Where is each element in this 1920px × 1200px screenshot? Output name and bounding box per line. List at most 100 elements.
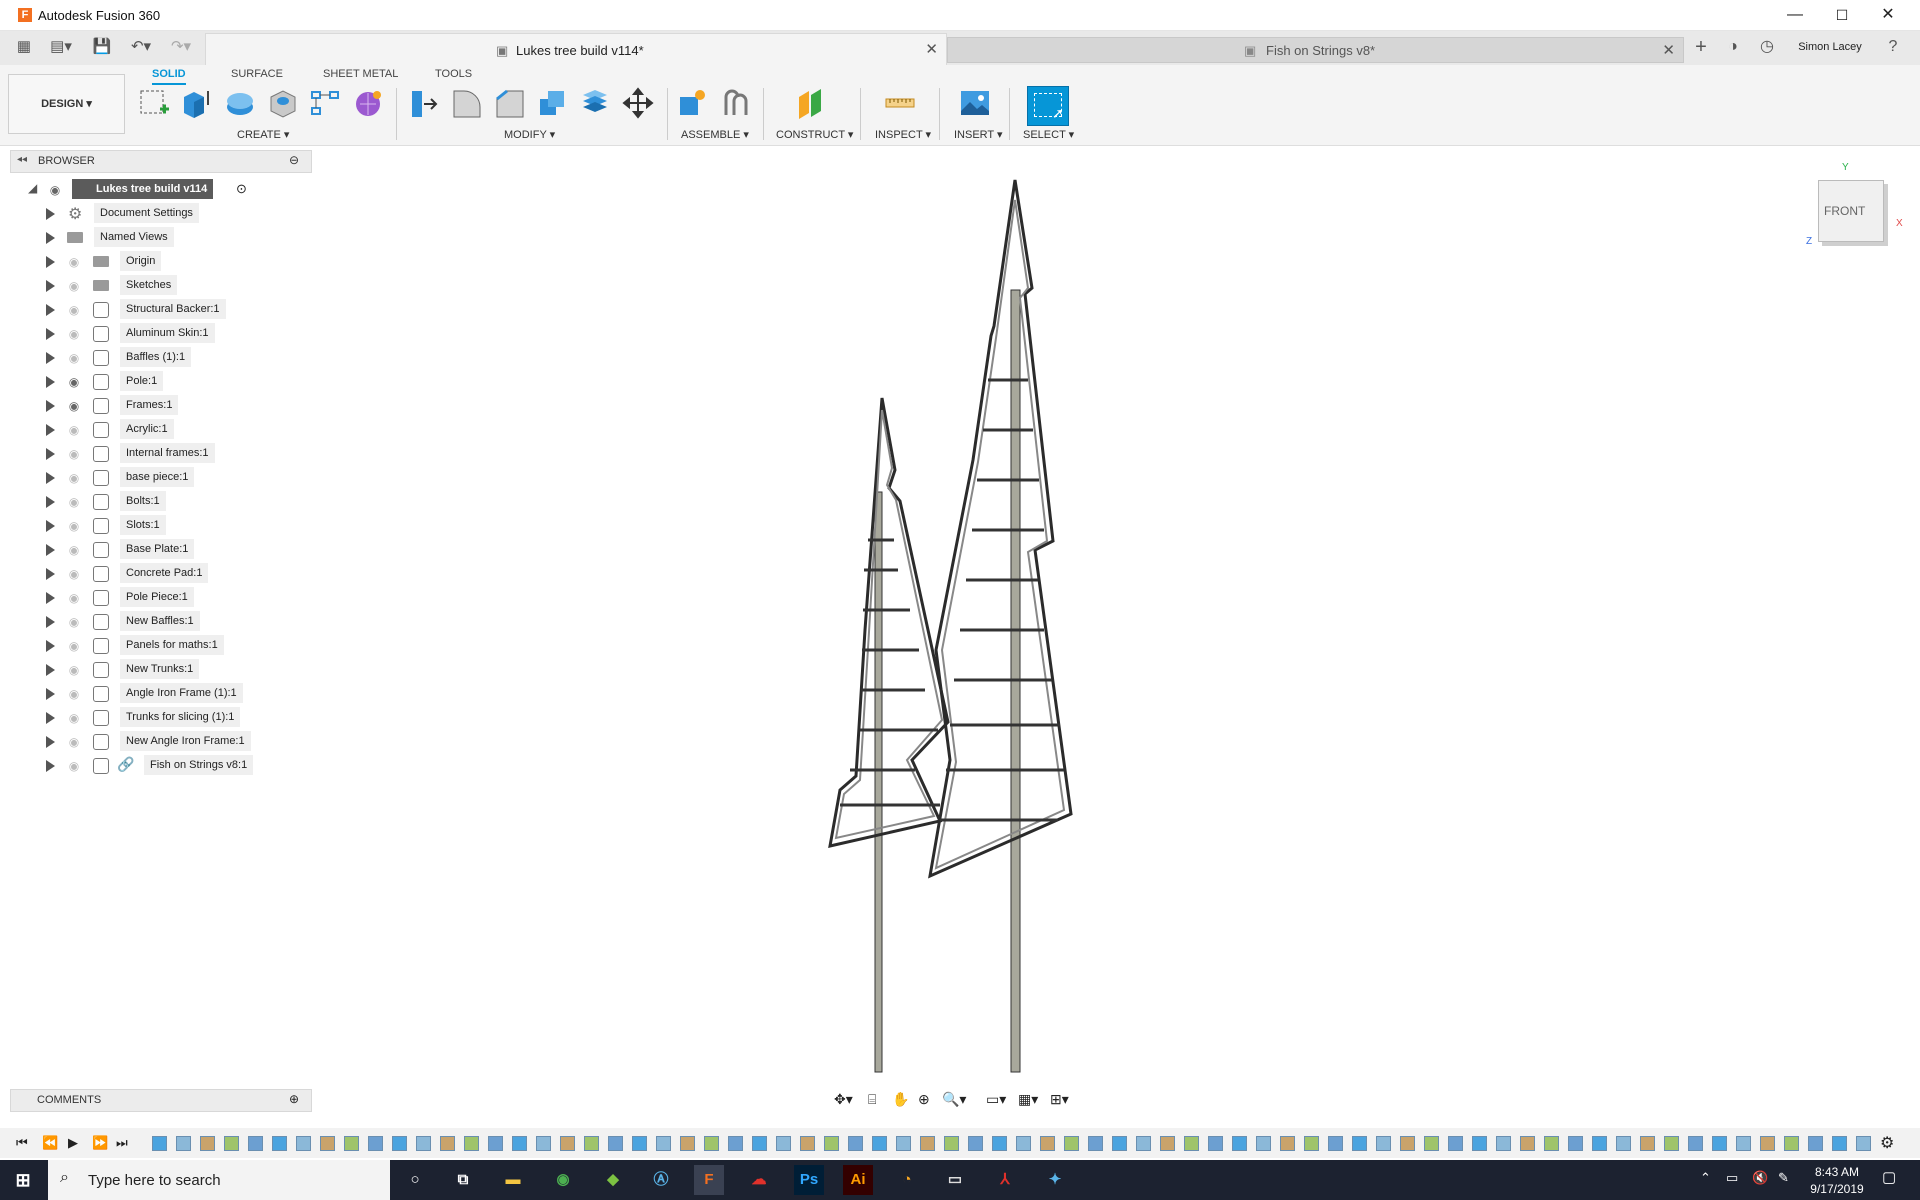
- timeline-feature-icon[interactable]: [1640, 1136, 1655, 1151]
- shell-icon[interactable]: [536, 87, 568, 119]
- timeline-feature-icon[interactable]: [272, 1136, 287, 1151]
- browser-item[interactable]: ◉ Bolts:1: [10, 490, 310, 514]
- timeline-feature-icon[interactable]: [1352, 1136, 1367, 1151]
- browser-item[interactable]: ⚙ Document Settings: [10, 202, 310, 226]
- expand-arrow-icon[interactable]: [46, 592, 55, 604]
- move-copy-icon[interactable]: [622, 87, 654, 119]
- visibility-eye-icon[interactable]: ◉: [67, 735, 81, 749]
- go-to-start-icon[interactable]: ⏮: [16, 1135, 28, 1151]
- expand-arrow-icon[interactable]: [46, 400, 55, 412]
- fillet-icon[interactable]: [450, 87, 482, 119]
- expand-arrow-icon[interactable]: [46, 352, 55, 364]
- expand-arrow-icon[interactable]: [46, 280, 55, 292]
- user-name[interactable]: Simon Lacey: [1790, 36, 1870, 58]
- visibility-eye-icon[interactable]: ◉: [67, 327, 81, 341]
- visibility-eye-icon[interactable]: ◉: [67, 687, 81, 701]
- expand-arrow-icon[interactable]: [46, 424, 55, 436]
- browser-item[interactable]: ◉ Concrete Pad:1: [10, 562, 310, 586]
- timeline-feature-icon[interactable]: [1304, 1136, 1319, 1151]
- timeline-feature-icon[interactable]: [248, 1136, 263, 1151]
- timeline-feature-icon[interactable]: [1832, 1136, 1847, 1151]
- modify-menu[interactable]: MODIFY ▾: [504, 128, 555, 141]
- visibility-eye-icon[interactable]: ◉: [67, 375, 81, 389]
- pen-icon[interactable]: ✎: [1778, 1170, 1789, 1186]
- expand-arrow-icon[interactable]: [46, 640, 55, 652]
- timeline-feature-icon[interactable]: [1184, 1136, 1199, 1151]
- timeline-feature-icon[interactable]: [1424, 1136, 1439, 1151]
- construct-menu[interactable]: CONSTRUCT ▾: [776, 128, 853, 141]
- visibility-eye-icon[interactable]: ◉: [67, 567, 81, 581]
- save-icon[interactable]: 💾: [92, 36, 112, 58]
- comments-panel[interactable]: COMMENTS ⊕: [10, 1089, 312, 1112]
- extrude-icon[interactable]: [180, 87, 212, 119]
- expand-arrow-icon[interactable]: [46, 736, 55, 748]
- timeline-feature-icon[interactable]: [440, 1136, 455, 1151]
- expand-arrow-icon[interactable]: [46, 376, 55, 388]
- new-component-icon[interactable]: [676, 87, 708, 119]
- history-clock-icon[interactable]: ◷: [1756, 36, 1778, 58]
- browser-item[interactable]: ◉ Angle Iron Frame (1):1: [10, 682, 310, 706]
- create-sketch-icon[interactable]: [138, 87, 170, 119]
- workspace-switcher[interactable]: DESIGN ▾: [8, 74, 125, 134]
- browser-item[interactable]: ◉ Frames:1: [10, 394, 310, 418]
- visibility-eye-icon[interactable]: ◉: [67, 639, 81, 653]
- create-form-icon[interactable]: [352, 87, 384, 119]
- timeline-feature-icon[interactable]: [1568, 1136, 1583, 1151]
- expand-arrow-icon[interactable]: [46, 688, 55, 700]
- volume-muted-icon[interactable]: 🔇: [1752, 1170, 1768, 1186]
- browser-item[interactable]: ◉ Panels for maths:1: [10, 634, 310, 658]
- browser-item[interactable]: ◉ base piece:1: [10, 466, 310, 490]
- expand-arrow-icon[interactable]: [46, 616, 55, 628]
- expand-arrow-icon[interactable]: [46, 472, 55, 484]
- browser-item[interactable]: ◉ 🔗 Fish on Strings v8:1: [10, 754, 310, 778]
- visibility-eye-icon[interactable]: ◉: [67, 519, 81, 533]
- browser-item[interactable]: ◉ New Angle Iron Frame:1: [10, 730, 310, 754]
- clock-time[interactable]: 8:43 AM: [1802, 1165, 1872, 1179]
- browser-item[interactable]: ◉ Slots:1: [10, 514, 310, 538]
- timeline-feature-icon[interactable]: [1760, 1136, 1775, 1151]
- close-tab-icon[interactable]: ✕: [925, 40, 938, 58]
- visibility-eye-icon[interactable]: ◉: [67, 351, 81, 365]
- browser-item[interactable]: ◉ Structural Backer:1: [10, 298, 310, 322]
- timeline-feature-icon[interactable]: [416, 1136, 431, 1151]
- browser-item[interactable]: ◉ Trunks for slicing (1):1: [10, 706, 310, 730]
- timeline-feature-icon[interactable]: [368, 1136, 383, 1151]
- timeline-feature-icon[interactable]: [944, 1136, 959, 1151]
- visibility-eye-icon[interactable]: ◉: [48, 183, 62, 197]
- file-menu-icon[interactable]: ▤▾: [46, 36, 76, 58]
- expand-arrow-icon[interactable]: [46, 448, 55, 460]
- timeline-feature-icon[interactable]: [1688, 1136, 1703, 1151]
- timeline-feature-icon[interactable]: [824, 1136, 839, 1151]
- windows-start-icon[interactable]: ⊞: [8, 1165, 38, 1195]
- activate-radio-icon[interactable]: ⊙: [236, 181, 247, 197]
- revolve-icon[interactable]: [224, 87, 256, 119]
- timeline-feature-icon[interactable]: [1808, 1136, 1823, 1151]
- browser-item[interactable]: ◉ Pole Piece:1: [10, 586, 310, 610]
- chamfer-icon[interactable]: [493, 87, 525, 119]
- fusion-360-taskbar-icon[interactable]: F: [694, 1165, 724, 1195]
- expand-arrow-icon[interactable]: [46, 520, 55, 532]
- browser-panel-header[interactable]: ◂◂ BROWSER ⊖: [10, 150, 312, 173]
- timeline-feature-icon[interactable]: [320, 1136, 335, 1151]
- tab-tools[interactable]: TOOLS: [435, 68, 472, 80]
- timeline-feature-icon[interactable]: [344, 1136, 359, 1151]
- tab-solid[interactable]: SOLID: [152, 68, 186, 85]
- collapse-panel-icon[interactable]: ◂◂: [17, 154, 27, 165]
- timeline-feature-icon[interactable]: [1448, 1136, 1463, 1151]
- timeline-feature-icon[interactable]: [704, 1136, 719, 1151]
- cortana-icon[interactable]: ○: [400, 1165, 430, 1195]
- timeline-feature-icon[interactable]: [1136, 1136, 1151, 1151]
- browser-item[interactable]: ◉ New Baffles:1: [10, 610, 310, 634]
- timeline-feature-icon[interactable]: [608, 1136, 623, 1151]
- browser-item[interactable]: ◉ Origin: [10, 250, 310, 274]
- photoshop-icon[interactable]: Ps: [794, 1165, 824, 1195]
- visibility-eye-icon[interactable]: ◉: [67, 591, 81, 605]
- acrobat-icon[interactable]: ⅄: [990, 1165, 1020, 1195]
- visibility-eye-icon[interactable]: ◉: [67, 279, 81, 293]
- timeline-feature-icon[interactable]: [224, 1136, 239, 1151]
- expand-arrow-icon[interactable]: [46, 256, 55, 268]
- grid-settings-icon[interactable]: ▦▾: [1018, 1091, 1038, 1108]
- visibility-eye-icon[interactable]: ◉: [67, 759, 81, 773]
- timeline-feature-icon[interactable]: [1016, 1136, 1031, 1151]
- browser-item[interactable]: ◉ Baffles (1):1: [10, 346, 310, 370]
